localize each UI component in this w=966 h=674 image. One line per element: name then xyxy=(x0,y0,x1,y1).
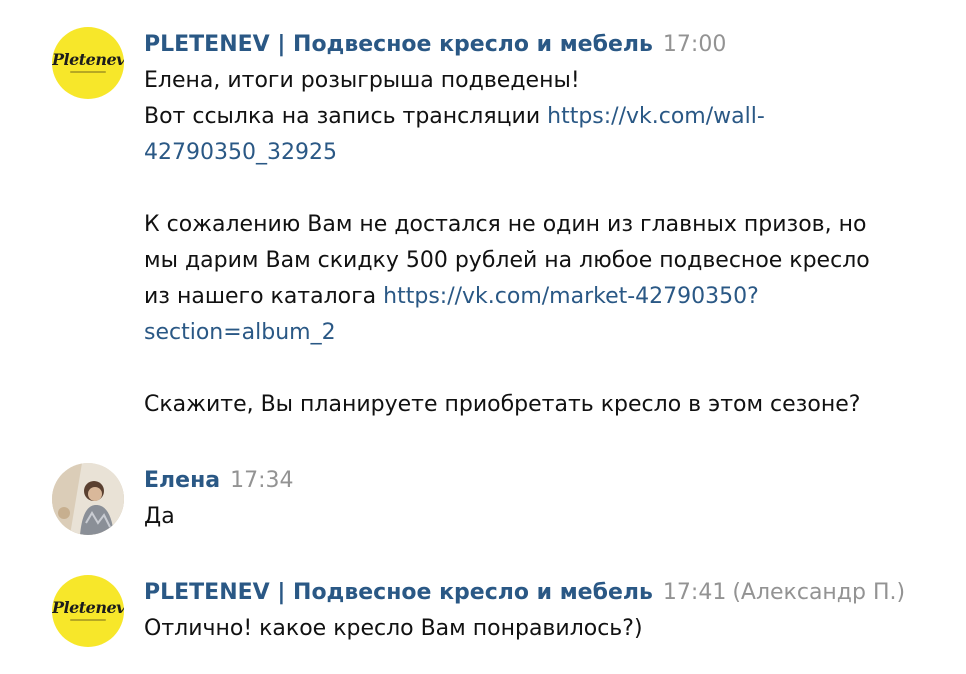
message-link[interactable]: 42790350_32925 xyxy=(144,140,337,165)
message-link[interactable]: https://vk.com/market-42790350? xyxy=(383,284,759,309)
message-time[interactable]: 17:34 xyxy=(230,468,293,493)
message-text-line: Вот ссылка на запись трансляции https://… xyxy=(144,99,944,135)
logo-icon: Pletenev xyxy=(52,598,124,617)
avatar[interactable]: Pletenev xyxy=(52,575,124,647)
message-header: Елена 17:34 xyxy=(144,463,944,499)
avatar[interactable]: Pletenev xyxy=(52,27,124,99)
author-name[interactable]: PLETENEV | Подвесное кресло и мебель xyxy=(144,580,653,605)
message-time[interactable]: 17:00 xyxy=(663,32,726,57)
logo-icon: Pletenev xyxy=(52,50,124,69)
author-name[interactable]: Елена xyxy=(144,468,220,493)
message-content: PLETENEV | Подвесное кресло и мебель 17:0… xyxy=(144,27,944,423)
message-header: PLETENEV | Подвесное кресло и мебель 17:4… xyxy=(144,575,944,611)
author-name[interactable]: PLETENEV | Подвесное кресло и мебель xyxy=(144,32,653,57)
message-text: мы дарим Вам скидку 500 рублей на любое … xyxy=(144,248,870,273)
message-text: Отлично! какое кресло Вам понравилось?) xyxy=(144,616,643,641)
message-text: из нашего каталога xyxy=(144,284,384,309)
user-photo-icon xyxy=(52,463,124,535)
message-text: Елена, итоги розыгрыша подведены! xyxy=(144,68,580,93)
message-text-line: 42790350_32925 xyxy=(144,135,944,171)
message-text: Да xyxy=(144,504,175,529)
message-text: Скажите, Вы планируете приобретать кресл… xyxy=(144,392,861,417)
message-link[interactable]: https://vk.com/wall- xyxy=(547,104,765,129)
message-time[interactable]: 17:41 xyxy=(663,580,726,605)
message-text: Вот ссылка на запись трансляции xyxy=(144,104,548,129)
message-text-line: section=album_2 xyxy=(144,315,944,351)
message-header: PLETENEV | Подвесное кресло и мебель 17:0… xyxy=(144,27,944,63)
logo-underline xyxy=(70,71,106,73)
sender-note: (Александр П.) xyxy=(732,580,906,605)
message-content: PLETENEV | Подвесное кресло и мебель 17:4… xyxy=(144,575,944,647)
message-text: К сожалению Вам не достался не один из г… xyxy=(144,212,867,237)
message-text-line: из нашего каталога https://vk.com/market… xyxy=(144,279,944,315)
avatar[interactable] xyxy=(52,463,124,535)
message-link[interactable]: section=album_2 xyxy=(144,320,336,345)
logo-underline xyxy=(70,619,106,621)
message-content: Елена 17:34 Да xyxy=(144,463,944,535)
